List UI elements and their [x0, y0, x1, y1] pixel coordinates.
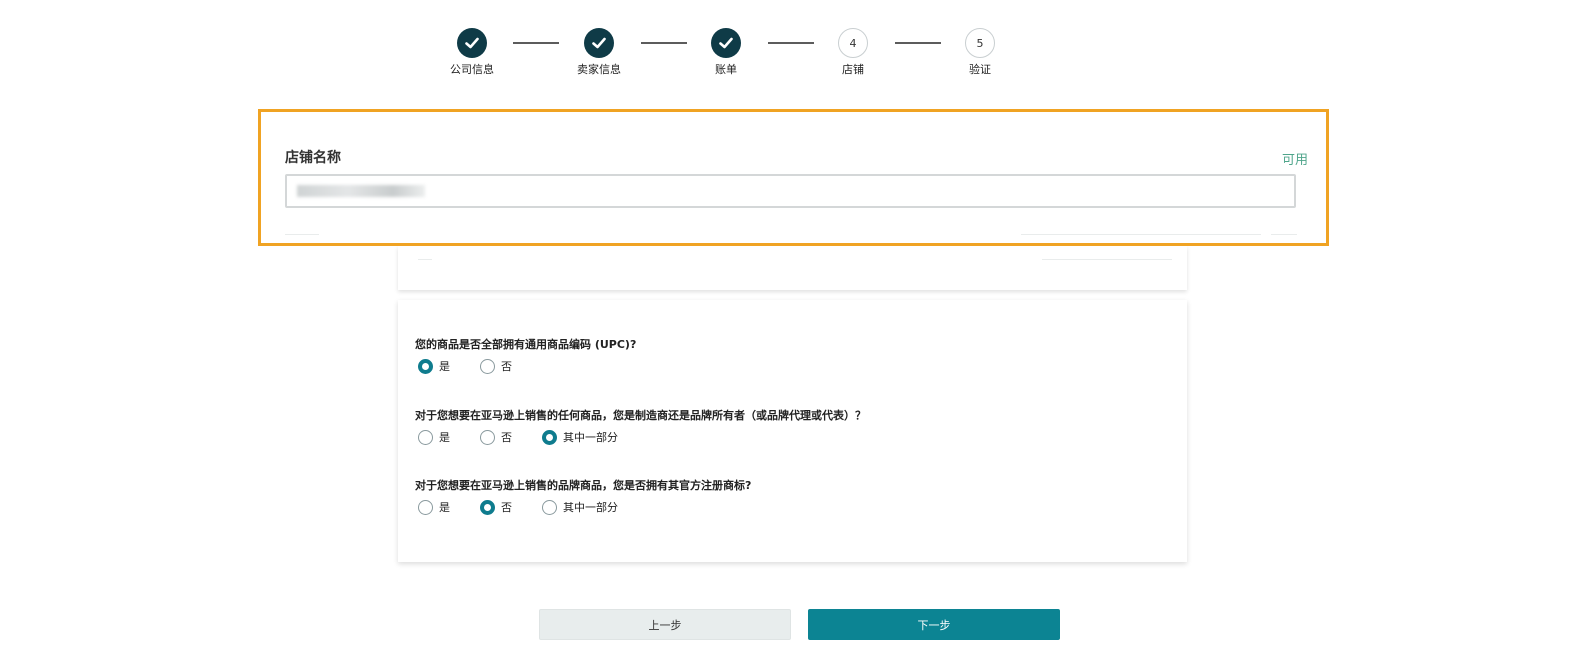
option-manufacturer-no[interactable]: 否: [480, 429, 542, 445]
step-complete-check-icon: [584, 28, 614, 58]
option-label: 否: [501, 431, 512, 444]
step-number: 4: [849, 36, 857, 50]
radio-unchecked-icon[interactable]: [480, 358, 495, 374]
step-label: 店铺: [842, 63, 864, 76]
divider: [285, 234, 319, 235]
radio-unchecked-icon[interactable]: [480, 429, 495, 445]
option-trademark-no[interactable]: 否: [480, 499, 542, 515]
step-connector: [513, 42, 559, 44]
store-name-status: 可用: [1281, 153, 1308, 168]
option-label: 否: [501, 501, 512, 514]
redacted-text: [297, 185, 425, 197]
option-label: 否: [501, 360, 512, 373]
previous-step-button[interactable]: 上一步: [539, 609, 791, 640]
option-upc-no[interactable]: 否: [480, 358, 542, 374]
question-upc: 您的商品是否全部拥有通用商品编码 (UPC)?: [415, 338, 637, 351]
step-label: 验证: [969, 63, 991, 76]
step-label: 账单: [715, 63, 737, 76]
option-label: 是: [439, 431, 450, 444]
product-questions-card: 您的商品是否全部拥有通用商品编码 (UPC)? 是 否 对于您想要在亚马逊上销售…: [398, 300, 1187, 562]
step-number-circle: 4: [838, 28, 868, 58]
option-label: 其中一部分: [563, 431, 618, 444]
radio-unchecked-icon[interactable]: [542, 499, 557, 515]
store-details-card: [398, 246, 1187, 290]
option-upc-yes[interactable]: 是: [418, 358, 480, 374]
option-manufacturer-yes[interactable]: 是: [418, 429, 480, 445]
progress-stepper: 公司信息 卖家信息 账单 4 店铺 5 验证: [0, 0, 1596, 90]
option-trademark-yes[interactable]: 是: [418, 499, 480, 515]
options-trademark: 是 否 其中一部分: [418, 499, 642, 515]
radio-unchecked-icon[interactable]: [418, 429, 433, 445]
step-number: 5: [976, 36, 984, 50]
step-complete-check-icon: [711, 28, 741, 58]
next-step-button[interactable]: 下一步: [808, 609, 1060, 640]
step-verification: 5 验证: [935, 28, 1025, 77]
option-trademark-some[interactable]: 其中一部分: [542, 499, 642, 515]
radio-checked-icon[interactable]: [418, 358, 433, 374]
step-number-circle: 5: [965, 28, 995, 58]
step-store: 4 店铺: [808, 28, 898, 77]
store-name-panel: 店铺名称 可用: [258, 109, 1329, 246]
store-name-input[interactable]: [285, 174, 1296, 208]
option-label: 其中一部分: [563, 501, 618, 514]
store-name-label: 店铺名称: [285, 150, 341, 166]
step-label: 卖家信息: [577, 63, 621, 76]
divider: [1042, 259, 1172, 260]
radio-checked-icon[interactable]: [542, 429, 557, 445]
options-manufacturer: 是 否 其中一部分: [418, 429, 642, 445]
question-manufacturer: 对于您想要在亚马逊上销售的任何商品，您是制造商还是品牌所有者（或品牌代理或代表）…: [415, 409, 866, 422]
divider: [1021, 234, 1261, 235]
step-complete-check-icon: [457, 28, 487, 58]
question-trademark: 对于您想要在亚马逊上销售的品牌商品，您是否拥有其官方注册商标?: [415, 479, 752, 492]
options-upc: 是 否: [418, 358, 542, 374]
step-label: 公司信息: [450, 63, 494, 76]
option-manufacturer-some[interactable]: 其中一部分: [542, 429, 642, 445]
divider: [418, 259, 432, 260]
option-label: 是: [439, 501, 450, 514]
option-label: 是: [439, 360, 450, 373]
step-billing: 账单: [681, 28, 771, 77]
radio-unchecked-icon[interactable]: [418, 499, 433, 515]
step-seller-info: 卖家信息: [554, 28, 644, 77]
step-company-info: 公司信息: [427, 28, 517, 77]
divider: [1271, 234, 1297, 235]
radio-checked-icon[interactable]: [480, 499, 495, 515]
